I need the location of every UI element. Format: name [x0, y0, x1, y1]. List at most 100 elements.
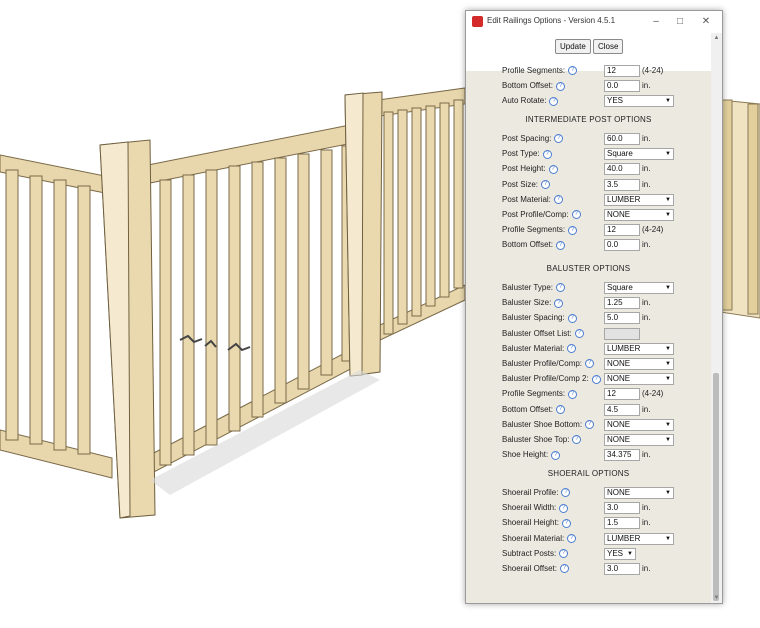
text-input[interactable]: 0.0: [604, 80, 640, 93]
help-icon[interactable]: ?: [549, 96, 559, 106]
dropdown-arrow-icon: ▼: [665, 196, 671, 203]
text-input[interactable]: 1.5: [604, 517, 640, 530]
text-input[interactable]: 12: [604, 388, 640, 401]
title-bar[interactable]: Edit Railings Options - Version 4.5.1 – …: [466, 11, 722, 33]
text-input[interactable]: 3.0: [604, 502, 640, 515]
text-input[interactable]: 40.0: [604, 163, 640, 176]
field-value: 0.0: [607, 81, 619, 91]
field-label: Post Spacing:?: [502, 134, 564, 144]
help-icon[interactable]: ?: [560, 564, 569, 574]
help-icon[interactable]: ?: [561, 488, 571, 498]
dropdown-select[interactable]: Square ▼: [604, 282, 674, 294]
dropdown-select[interactable]: NONE ▼: [604, 373, 674, 386]
field-label: Baluster Offset List:?: [502, 329, 584, 338]
help-icon[interactable]: ?: [542, 149, 552, 159]
field-label: Shoerail Width:?: [502, 503, 569, 513]
help-icon[interactable]: ?: [591, 374, 601, 384]
text-input[interactable]: 1.25: [604, 297, 640, 310]
help-icon[interactable]: ?: [568, 389, 578, 399]
help-icon[interactable]: ?: [571, 210, 581, 220]
field-value: Square: [607, 283, 633, 292]
dropdown-select[interactable]: NONE ▼: [604, 209, 674, 221]
dropdown-select[interactable]: LUMBER ▼: [604, 193, 674, 206]
field-value: 12: [607, 389, 616, 399]
field-value: 40.0: [607, 164, 623, 174]
help-icon[interactable]: ?: [554, 298, 564, 308]
help-icon[interactable]: ?: [567, 313, 577, 323]
text-input[interactable]: 4.5: [604, 403, 640, 416]
form-row: Shoerail Offset:? 3.0 in.: [502, 563, 707, 575]
dropdown-select[interactable]: NONE ▼: [604, 358, 674, 370]
field-label-text: Baluster Profile/Comp:: [502, 359, 583, 368]
scroll-up-icon[interactable]: ▲: [711, 33, 722, 43]
scroll-down-icon[interactable]: ▼: [711, 593, 722, 603]
help-icon[interactable]: ?: [555, 404, 565, 414]
field-value: 3.0: [607, 503, 619, 513]
help-icon[interactable]: ?: [555, 240, 565, 250]
field-label: Profile Segments:?: [502, 389, 578, 399]
field-label-text: Subtract Posts:: [502, 548, 557, 558]
help-icon[interactable]: ?: [548, 164, 558, 174]
help-icon[interactable]: ?: [572, 435, 582, 445]
text-input[interactable]: 60.0: [604, 133, 640, 145]
field-label: Shoerail Height:?: [502, 518, 571, 528]
field-label-text: Baluster Offset List:: [502, 328, 572, 338]
help-icon[interactable]: ?: [574, 328, 584, 338]
dropdown-select[interactable]: NONE ▼: [604, 487, 674, 499]
field-label-text: Baluster Spacing:: [502, 313, 565, 323]
field-value: YES: [607, 548, 624, 558]
help-icon[interactable]: ?: [551, 450, 561, 460]
field-label: Post Profile/Comp:?: [502, 210, 581, 220]
dropdown-select[interactable]: LUMBER ▼: [604, 342, 674, 355]
options-form: Profile Segments:? 12 (4-24) Bottom Offset:…: [466, 61, 711, 603]
form-row: Baluster Size:? 1.25 in.: [502, 297, 707, 310]
help-icon[interactable]: ?: [559, 549, 569, 559]
field-label-text: Baluster Type:: [502, 283, 553, 292]
dropdown-select[interactable]: NONE ▼: [604, 418, 674, 431]
help-icon[interactable]: ?: [559, 503, 569, 513]
text-input[interactable]: [604, 327, 640, 340]
maximize-icon[interactable]: □: [670, 14, 690, 30]
help-icon[interactable]: ?: [541, 179, 551, 189]
help-icon[interactable]: ?: [567, 344, 577, 354]
scroll-thumb[interactable]: [713, 373, 719, 601]
close-button[interactable]: Close: [593, 39, 624, 54]
front-balusters: [159, 145, 353, 466]
update-button[interactable]: Update: [555, 39, 591, 54]
help-icon[interactable]: ?: [561, 518, 571, 528]
field-value: LUMBER: [607, 533, 641, 543]
help-icon[interactable]: ?: [585, 359, 595, 369]
form-row: Shoe Height:? 34.375 in.: [502, 449, 707, 462]
text-input[interactable]: 12: [604, 65, 640, 77]
unit-label: in.: [642, 164, 651, 174]
text-input[interactable]: 3.0: [604, 563, 640, 575]
dropdown-select[interactable]: NONE ▼: [604, 434, 674, 446]
text-input[interactable]: 0.0: [604, 239, 640, 252]
minimize-icon[interactable]: –: [646, 14, 666, 30]
field-label: Shoerail Profile:?: [502, 488, 571, 498]
text-input[interactable]: 12: [604, 224, 640, 237]
help-icon[interactable]: ?: [554, 134, 564, 144]
text-input[interactable]: 5.0: [604, 312, 640, 325]
dropdown-select[interactable]: LUMBER ▼: [604, 532, 674, 545]
form-row: Bottom Offset:? 0.0 in.: [502, 239, 707, 252]
field-label-text: Post Spacing:: [502, 134, 552, 143]
help-icon[interactable]: ?: [585, 420, 595, 430]
help-icon[interactable]: ?: [568, 66, 578, 76]
window-title: Edit Railings Options - Version 4.5.1: [487, 16, 616, 25]
vertical-scrollbar[interactable]: ▲ ▼: [711, 33, 722, 603]
field-value: 3.0: [607, 564, 619, 573]
close-icon[interactable]: ✕: [696, 14, 716, 30]
field-label-text: Post Height:: [502, 164, 546, 174]
dropdown-select[interactable]: YES ▼: [604, 547, 636, 560]
help-icon[interactable]: ?: [567, 533, 577, 543]
help-icon[interactable]: ?: [568, 225, 578, 235]
form-row: Shoerail Width:? 3.0 in.: [502, 502, 707, 515]
help-icon[interactable]: ?: [555, 81, 565, 91]
text-input[interactable]: 3.5: [604, 178, 640, 191]
help-icon[interactable]: ?: [556, 283, 565, 293]
text-input[interactable]: 34.375: [604, 449, 640, 462]
help-icon[interactable]: ?: [553, 195, 563, 205]
dropdown-select[interactable]: YES ▼: [604, 95, 674, 108]
dropdown-select[interactable]: Square ▼: [604, 148, 674, 161]
